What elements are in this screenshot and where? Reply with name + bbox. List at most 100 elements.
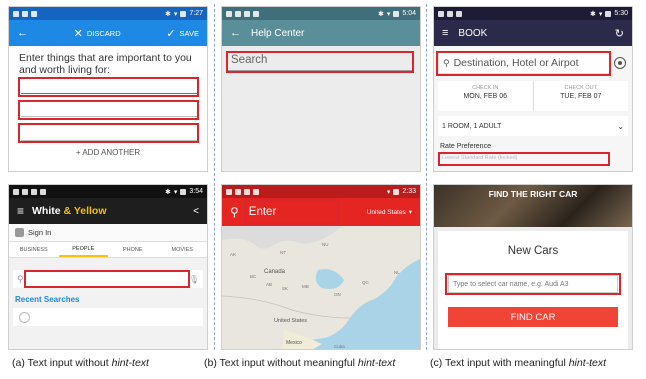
app-bar: ← ✕ DISCARD ✓ SAVE	[9, 20, 207, 46]
status-time: 3:54	[189, 188, 203, 195]
share-icon[interactable]: <	[193, 206, 199, 217]
back-arrow-icon[interactable]: ←	[230, 27, 241, 39]
highlight-box	[244, 199, 340, 225]
country-select[interactable]: United States ▾	[366, 208, 412, 217]
facebook-icon	[226, 188, 232, 195]
prompt-text: Enter things that are important to you a…	[19, 52, 192, 76]
save-label: SAVE	[179, 28, 199, 38]
add-another-button[interactable]: + ADD ANOTHER	[9, 148, 207, 157]
screen-find-car: FIND THE RIGHT CAR New Cars Type to sele…	[433, 184, 633, 350]
bluetooth-icon: ✱	[377, 10, 384, 18]
download-icon	[235, 188, 241, 195]
image-icon	[244, 188, 250, 195]
caption-b: (b) Text input without meaningful hint-t…	[204, 357, 395, 369]
rooms-select[interactable]: 1 ROOM, 1 ADULT ⌄	[438, 116, 628, 136]
microphone-icon[interactable]: 🎙	[189, 275, 199, 284]
save-button[interactable]: ✓ SAVE	[166, 27, 199, 40]
facebook-icon	[22, 10, 28, 17]
highlight-box	[18, 123, 199, 143]
recent-searches-heading: Recent Searches	[15, 295, 80, 304]
discard-button[interactable]: ✕ DISCARD	[74, 27, 121, 40]
battery-icon	[180, 10, 187, 17]
back-arrow-icon[interactable]: ←	[17, 27, 28, 39]
checkin-value: MON, FEB 06	[463, 93, 508, 100]
tab-movies[interactable]: MOVIES	[158, 242, 208, 257]
facebook-icon	[22, 188, 28, 195]
highlight-box	[18, 100, 199, 120]
location-target-icon[interactable]	[614, 57, 626, 69]
status-time: 7:27	[189, 10, 203, 17]
notification-icon	[447, 10, 453, 17]
wifi-icon: ▾	[386, 188, 391, 196]
country-value: United States	[366, 208, 406, 216]
checkout-label: CHECK OUT	[564, 85, 597, 91]
status-bar: ▾ 2:33	[222, 185, 420, 198]
screen-map-search: ▾ 2:33 ⚲ Enter United States ▾ Canada Uni…	[221, 184, 421, 350]
highlight-box	[438, 152, 610, 166]
find-car-button[interactable]: FIND CAR	[448, 307, 618, 327]
app-bar: ≡ White & Yellow <	[9, 198, 207, 224]
search-icon: ⚲	[230, 205, 239, 219]
caption-b-text: (b) Text input without meaningful	[204, 357, 358, 369]
card-heading: New Cars	[507, 245, 559, 257]
chevron-down-icon: ⌄	[617, 121, 624, 131]
checkout-field[interactable]: CHECK OUT TUE, FEB 07	[534, 81, 629, 111]
rooms-value: 1 ROOM, 1 ADULT	[442, 122, 502, 130]
page-title: Help Center	[251, 27, 305, 39]
map-view[interactable]: Canada United States Mexico NU NT QC ON …	[222, 226, 421, 350]
search-icon: ⚲	[17, 273, 24, 284]
wifi-icon: ▾	[386, 10, 391, 18]
map-label-nl: NL	[394, 270, 400, 275]
status-time: 2:33	[402, 188, 416, 195]
notification-icon	[31, 10, 37, 17]
tools-icon	[253, 188, 259, 195]
status-time: 5:04	[402, 10, 416, 17]
battery-icon	[180, 188, 187, 195]
tab-people[interactable]: PEOPLE	[58, 242, 108, 257]
message-icon	[226, 10, 232, 17]
map-label-ab: AB	[266, 282, 272, 287]
highlight-box	[18, 77, 199, 97]
notification-icon	[253, 10, 259, 17]
facebook-icon	[438, 10, 444, 17]
recent-search-item[interactable]	[13, 308, 203, 326]
map-label-united-states: United States	[274, 318, 307, 324]
checkin-field[interactable]: CHECK IN MON, FEB 06	[438, 81, 534, 111]
caption-a: (a) Text input without hint-text	[12, 357, 149, 369]
sign-in-row[interactable]: Sign In	[9, 224, 207, 242]
notification-icon	[40, 188, 46, 195]
sign-in-label: Sign In	[28, 228, 52, 237]
menu-icon[interactable]: ≡	[442, 27, 448, 39]
highlight-box	[436, 51, 611, 76]
bluetooth-icon: ✱	[164, 188, 171, 196]
column-divider-2	[426, 4, 427, 350]
date-row: CHECK IN MON, FEB 06 CHECK OUT TUE, FEB …	[438, 81, 628, 111]
search-card: New Cars Type to select car name, e.g. A…	[438, 231, 628, 349]
close-icon: ✕	[73, 27, 83, 40]
avatar	[15, 228, 24, 237]
app-title-yellow: & Yellow	[60, 205, 107, 217]
banner-title: FIND THE RIGHT CAR	[488, 189, 578, 199]
status-bar: ✱ ▾ 3:54	[9, 185, 207, 198]
refresh-icon[interactable]: ↻	[615, 27, 624, 40]
image-icon	[31, 188, 37, 195]
status-bar: ✱ ▾ 5:30	[434, 7, 632, 20]
bluetooth-icon: ✱	[164, 10, 171, 18]
map-label-sk: SK	[282, 286, 288, 291]
tab-business[interactable]: BUSINESS	[9, 242, 59, 257]
highlight-box	[445, 273, 621, 295]
map-label-qc: QC	[362, 280, 370, 285]
check-icon: ✓	[166, 27, 176, 40]
screen-white-yellow: ✱ ▾ 3:54 ≡ White & Yellow < Sign In BUSINE…	[8, 184, 208, 350]
status-bar: ✱ ▾ 5:04	[222, 7, 420, 20]
tab-phone[interactable]: PHONE	[108, 242, 158, 257]
facebook-icon	[235, 10, 241, 17]
menu-icon[interactable]: ≡	[17, 204, 24, 218]
highlight-box	[226, 51, 414, 73]
checkout-value: TUE, FEB 07	[560, 93, 602, 100]
status-time: 5:30	[614, 10, 628, 17]
map-label-on: ON	[334, 292, 341, 297]
tools-icon	[456, 10, 462, 17]
map-label-cuba: Cuba	[334, 344, 345, 349]
app-bar: ≡ BOOK ↻	[434, 20, 632, 46]
